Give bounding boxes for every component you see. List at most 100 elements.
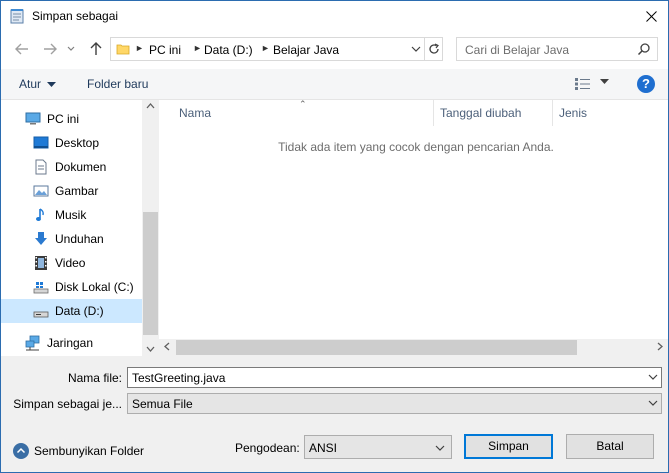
sidebar-item-desktop[interactable]: Desktop	[1, 131, 142, 155]
save-as-dialog: Simpan sebagai ► PC ini ► Data (D:) ► Be…	[0, 0, 669, 473]
sidebar-item-pictures[interactable]: Gambar	[1, 179, 142, 203]
organize-button[interactable]: Atur	[19, 77, 57, 91]
notepad-icon	[10, 9, 24, 24]
sidebar-item-label: Gambar	[55, 184, 99, 198]
close-button[interactable]	[634, 1, 668, 31]
arrow-right-icon	[44, 43, 57, 55]
title-bar: Simpan sebagai	[1, 1, 668, 31]
sidebar-item-data-d[interactable]: Data (D:)	[1, 299, 142, 323]
chevron-down-icon	[648, 400, 658, 406]
cancel-button[interactable]: Batal	[566, 434, 654, 459]
sidebar-item-label: PC ini	[47, 112, 80, 126]
sort-ascending-icon: ⌃	[299, 99, 307, 109]
collapse-circle-icon	[13, 443, 29, 459]
window-title: Simpan sebagai	[32, 9, 119, 23]
encoding-value: ANSI	[309, 441, 338, 455]
breadcrumb-pc[interactable]: PC ini	[149, 43, 181, 57]
breadcrumb-separator-icon: ►	[135, 43, 144, 53]
horizontal-scrollbar[interactable]	[159, 339, 668, 356]
scroll-down-icon[interactable]	[146, 346, 155, 352]
sidebar-item-videos[interactable]: Video	[1, 251, 142, 275]
chevron-down-icon	[435, 445, 445, 451]
refresh-button[interactable]	[424, 38, 443, 60]
column-divider[interactable]	[552, 100, 553, 126]
sidebar-item-local-disk-c[interactable]: Disk Lokal (C:)	[1, 275, 142, 299]
recent-locations-button[interactable]	[64, 40, 78, 58]
windows-drive-icon	[33, 282, 49, 294]
breadcrumb-current-folder[interactable]: Belajar Java	[273, 43, 339, 57]
sidebar-item-label: Desktop	[55, 136, 100, 150]
arrow-left-icon	[15, 43, 28, 55]
column-header-type[interactable]: Jenis	[559, 106, 587, 120]
address-bar[interactable]: ► PC ini ► Data (D:) ► Belajar Java	[110, 37, 443, 61]
sidebar-item-label: Video	[55, 256, 86, 270]
back-button[interactable]	[13, 40, 31, 58]
desktop-icon	[33, 136, 49, 149]
sidebar-item-label: Unduhan	[55, 232, 104, 246]
scrollbar-thumb[interactable]	[176, 340, 577, 355]
chevron-down-icon	[67, 46, 75, 51]
sidebar-item-network[interactable]: Jaringan	[1, 331, 142, 355]
sidebar-item-label: Data (D:)	[55, 304, 104, 318]
search-input[interactable]: Cari di Belajar Java	[456, 37, 658, 61]
caret-down-icon	[47, 82, 57, 88]
sidebar-item-label: Dokumen	[55, 160, 107, 174]
downloads-icon	[35, 232, 47, 245]
encoding-select[interactable]: ANSI	[304, 435, 452, 459]
drive-icon	[33, 311, 49, 318]
command-toolbar: Atur Folder baru ?	[1, 69, 668, 100]
encoding-label: Pengodean:	[235, 441, 300, 455]
sidebar-item-documents[interactable]: Dokumen	[1, 155, 142, 179]
pictures-icon	[33, 185, 49, 197]
sidebar-item-downloads[interactable]: Unduhan	[1, 227, 142, 251]
save-as-type-select[interactable]: Semua File	[127, 393, 662, 414]
empty-results-message: Tidak ada item yang cocok dengan pencari…	[278, 140, 554, 154]
scroll-right-icon[interactable]	[657, 342, 663, 351]
documents-icon	[35, 159, 47, 175]
column-header-date-modified[interactable]: Tanggal diubah	[440, 106, 521, 120]
navigation-pane: PC ini Desktop Dokumen Gambar Musik Undu…	[1, 100, 159, 356]
filename-field[interactable]: TestGreeting.java	[127, 367, 662, 388]
save-button[interactable]: Simpan	[464, 434, 553, 459]
breadcrumb-data-drive[interactable]: Data (D:)	[204, 43, 253, 57]
filename-value: TestGreeting.java	[132, 371, 226, 385]
filename-label: Nama file:	[67, 371, 122, 385]
help-icon[interactable]: ?	[637, 75, 655, 93]
arrow-up-icon	[90, 42, 102, 55]
sidebar-item-label: Musik	[55, 208, 87, 222]
column-header-name[interactable]: Nama	[179, 106, 211, 120]
network-icon	[25, 335, 40, 351]
file-list: ⌃ Nama Tanggal diubah Jenis Tidak ada it…	[159, 99, 668, 356]
up-button[interactable]	[87, 40, 105, 58]
sidebar-item-label: Disk Lokal (C:)	[55, 280, 134, 294]
view-options-icon[interactable]	[574, 77, 591, 91]
refresh-icon	[429, 43, 439, 54]
folder-icon	[116, 44, 130, 55]
music-icon	[36, 208, 44, 221]
forward-button[interactable]	[41, 40, 59, 58]
navigation-scrollbar[interactable]	[142, 100, 159, 356]
breadcrumb-separator-icon: ►	[261, 43, 270, 53]
caret-down-icon[interactable]	[600, 79, 609, 84]
close-icon	[645, 10, 657, 22]
pc-icon	[25, 112, 41, 125]
scrollbar-thumb[interactable]	[143, 212, 158, 335]
sidebar-item-label: Jaringan	[47, 336, 94, 350]
sidebar-item-music[interactable]: Musik	[1, 203, 142, 227]
column-divider[interactable]	[433, 100, 434, 126]
scroll-up-icon[interactable]	[146, 103, 155, 109]
organize-label: Atur	[19, 77, 42, 91]
address-history-dropdown[interactable]	[407, 38, 425, 60]
videos-icon	[35, 256, 47, 270]
hide-folders-label: Sembunyikan Folder	[34, 444, 145, 458]
sidebar-item-pc[interactable]: PC ini	[1, 107, 142, 131]
save-as-type-value: Semua File	[132, 397, 193, 411]
chevron-down-icon[interactable]	[648, 372, 658, 382]
search-icon	[637, 43, 650, 56]
breadcrumb-separator-icon: ►	[193, 43, 202, 53]
chevron-down-icon	[411, 46, 421, 52]
scroll-left-icon[interactable]	[164, 342, 170, 351]
new-folder-button[interactable]: Folder baru	[87, 77, 148, 91]
save-options-panel: Nama file: TestGreeting.java Simpan seba…	[1, 356, 668, 472]
save-as-type-label: Simpan sebagai je...	[13, 397, 122, 411]
